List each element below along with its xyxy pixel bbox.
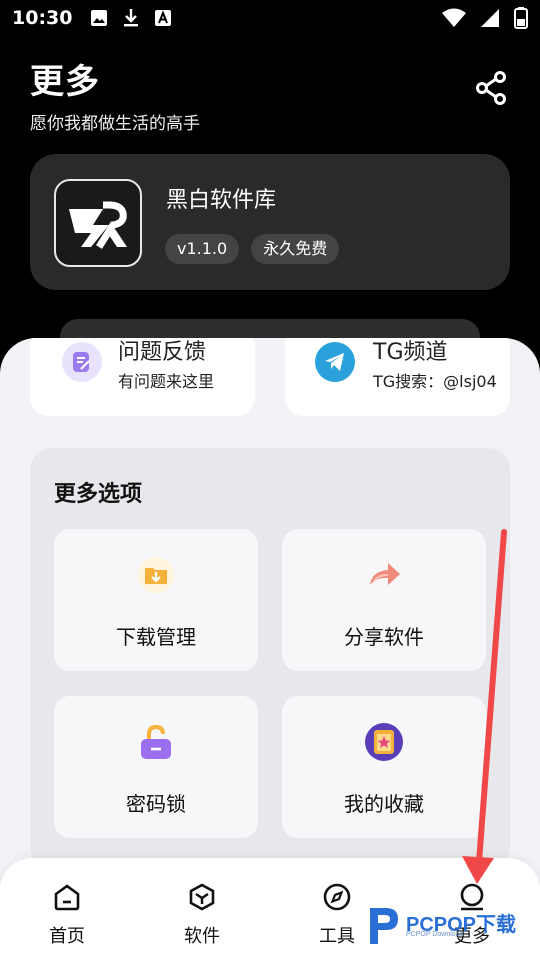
more-options-panel: 更多选项 下载管理 分享软件 密码锁 我的收藏 <box>30 448 510 868</box>
favorites-icon <box>364 722 404 762</box>
download-manager-label: 下载管理 <box>116 625 196 649</box>
header: 更多 愿你我都做生活的高手 <box>30 54 200 134</box>
download-manager-tile[interactable]: 下载管理 <box>54 529 258 671</box>
watermark-logo: PCPOP下载 PCPOP Download <box>366 904 536 948</box>
tg-subtitle: TG搜索：@lsj04 <box>373 372 497 391</box>
nav-home-label: 首页 <box>49 926 85 947</box>
password-lock-tile[interactable]: 密码锁 <box>54 696 258 838</box>
font-icon <box>154 9 172 27</box>
nav-tools[interactable]: 工具 <box>297 882 377 948</box>
home-icon <box>52 882 82 912</box>
compass-icon <box>322 882 352 912</box>
telegram-icon <box>315 342 355 382</box>
download-folder-icon <box>136 555 176 595</box>
app-info-card[interactable]: 黑白软件库 v1.1.0 永久免费 <box>30 154 510 290</box>
tg-channel-card[interactable]: TG频道 TG搜索：@lsj04 <box>285 338 510 416</box>
options-title: 更多选项 <box>54 482 143 507</box>
app-name: 黑白软件库 <box>166 188 277 213</box>
share-app-label: 分享软件 <box>344 625 424 649</box>
nav-software[interactable]: 软件 <box>162 882 242 948</box>
favorites-label: 我的收藏 <box>344 792 424 816</box>
watermark-subtext: PCPOP Download <box>406 931 464 938</box>
status-time: 10:30 <box>12 7 73 29</box>
wifi-icon <box>442 8 466 28</box>
nav-tools-label: 工具 <box>319 926 355 947</box>
nav-home[interactable]: 首页 <box>27 882 107 948</box>
battery-icon <box>514 7 528 29</box>
image-icon <box>90 9 108 27</box>
share-icon <box>476 71 506 105</box>
version-badge: v1.1.0 <box>165 234 240 264</box>
favorites-tile[interactable]: 我的收藏 <box>282 696 486 838</box>
feedback-card[interactable]: 问题反馈 有问题来这里 <box>30 338 255 416</box>
lock-icon <box>136 722 176 762</box>
share-app-tile[interactable]: 分享软件 <box>282 529 486 671</box>
download-icon <box>122 8 140 28</box>
nav-software-label: 软件 <box>184 926 220 947</box>
page-title: 更多 <box>30 62 100 102</box>
tg-title: TG频道 <box>373 340 448 365</box>
share-button[interactable] <box>474 70 510 106</box>
signal-icon <box>480 8 500 28</box>
cube-icon <box>187 882 217 912</box>
share-arrow-icon <box>364 555 404 595</box>
status-bar: 10:30 <box>0 0 540 36</box>
feedback-icon <box>62 342 102 382</box>
app-logo <box>54 179 142 267</box>
password-lock-label: 密码锁 <box>126 792 186 816</box>
feedback-subtitle: 有问题来这里 <box>118 372 215 391</box>
page-subtitle: 愿你我都做生活的高手 <box>30 114 200 134</box>
feedback-title: 问题反馈 <box>118 340 207 365</box>
free-badge: 永久免费 <box>251 234 340 264</box>
